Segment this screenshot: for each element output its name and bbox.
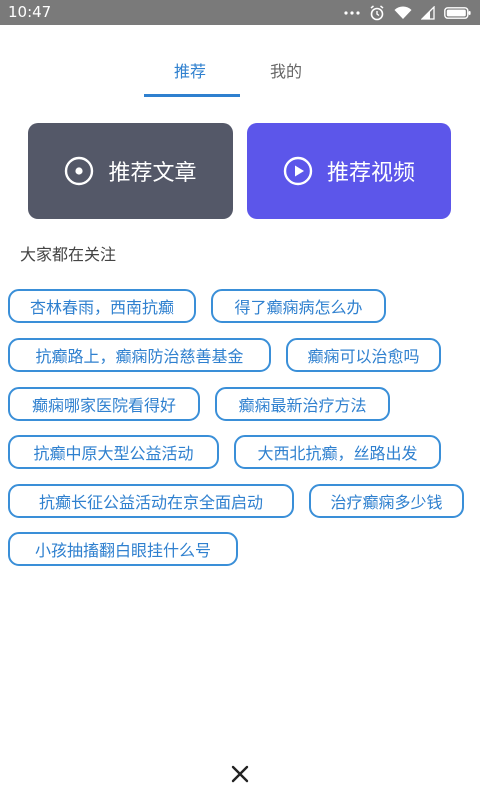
tag-item[interactable]: 小孩抽搐翻白眼挂什么号 [8, 532, 238, 566]
play-icon [283, 156, 313, 186]
status-bar: 10:47 [0, 0, 480, 25]
status-time: 10:47 [8, 3, 52, 21]
tab-indicator [144, 94, 240, 97]
tab-bar: 推荐 我的 [0, 52, 480, 98]
tag-item[interactable]: 得了癫痫病怎么办 [211, 289, 386, 323]
wifi-icon [394, 6, 412, 20]
tag-item[interactable]: 治疗癫痫多少钱 [309, 484, 464, 518]
recommend-article-label: 推荐文章 [108, 161, 197, 186]
tag-item[interactable]: 大西北抗癫，丝路出发 [234, 435, 441, 469]
tag-item[interactable]: 癫痫哪家医院看得好 [8, 387, 200, 421]
tab-recommend[interactable]: 推荐 [174, 58, 206, 82]
tag-item[interactable]: 抗癫长征公益活动在京全面启动 [8, 484, 294, 518]
target-icon [64, 156, 94, 186]
tag-item[interactable]: 抗癫中原大型公益活动 [8, 435, 219, 469]
recommend-video-card[interactable]: 推荐视频 [247, 123, 451, 219]
tag-item[interactable]: 癫痫可以治愈吗 [286, 338, 441, 372]
tag-item[interactable]: 抗癫路上，癫痫防治慈善基金 [8, 338, 271, 372]
close-icon [231, 765, 249, 787]
tab-mine[interactable]: 我的 [270, 58, 302, 82]
status-icons [344, 4, 472, 22]
signal-icon [421, 6, 435, 20]
tag-item[interactable]: 癫痫最新治疗方法 [215, 387, 390, 421]
recommend-article-card[interactable]: 推荐文章 [28, 123, 233, 219]
close-button[interactable] [225, 761, 255, 791]
tag-item[interactable]: 杏林春雨，西南抗癫 [8, 289, 196, 323]
recommend-video-label: 推荐视频 [326, 161, 415, 186]
battery-icon [444, 6, 472, 20]
section-title: 大家都在关注 [20, 245, 117, 264]
more-dots-icon [344, 10, 360, 16]
alarm-icon [369, 5, 385, 21]
